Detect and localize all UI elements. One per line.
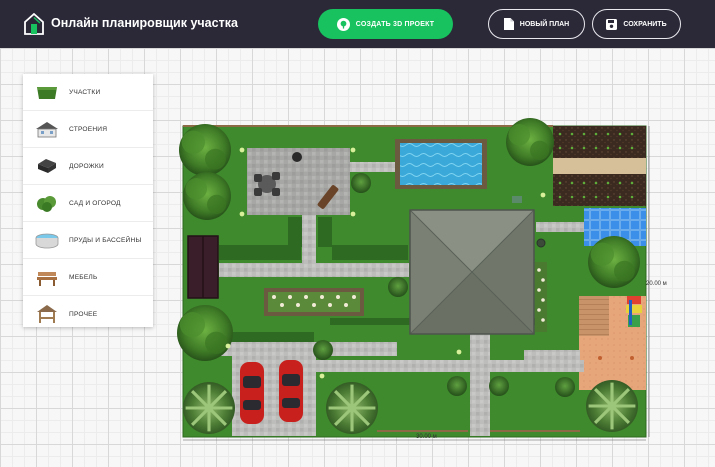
gazebo-icon: [37, 305, 57, 323]
sidebar-item-label: Строения: [69, 125, 108, 133]
sidebar-item-garden[interactable]: Сад и огород: [23, 185, 153, 222]
sidebar-item-plots[interactable]: Участки: [23, 74, 153, 111]
sidebar-item-label: Пруды и бассейны: [69, 236, 142, 244]
manhole[interactable]: [536, 238, 546, 248]
flower-bed[interactable]: [264, 288, 364, 316]
garden-shed[interactable]: [187, 235, 219, 299]
wooden-deck[interactable]: [579, 296, 609, 336]
sidebar-item-paths[interactable]: Дорожки: [23, 148, 153, 185]
sidebar-item-label: Прочее: [69, 310, 98, 318]
pool-icon: [35, 233, 59, 249]
sidebar-item-ponds-pools[interactable]: Пруды и бассейны: [23, 222, 153, 259]
flower-bed-right[interactable]: [535, 262, 547, 332]
sidebar-item-furniture[interactable]: Мебель: [23, 259, 153, 296]
house-icon: [36, 122, 58, 138]
bench-icon: [37, 272, 57, 286]
object-catalog-sidebar: Участки Строения Дорожки Сад и огород Пр…: [23, 74, 153, 327]
paving-tile-icon: [38, 159, 56, 173]
plot-width-label: 30.00 м: [416, 434, 437, 440]
sidebar-item-other[interactable]: Прочее: [23, 296, 153, 332]
bush-icon: [37, 196, 56, 212]
sidebar-item-label: Участки: [69, 88, 101, 96]
sidebar-item-label: Мебель: [69, 273, 98, 281]
plot-height-label: 20.00 м: [646, 281, 667, 287]
pool-pump[interactable]: [512, 196, 522, 203]
house-roof[interactable]: [409, 209, 535, 335]
sidebar-item-label: Дорожки: [69, 162, 104, 170]
vegetable-beds[interactable]: [553, 126, 646, 206]
sidebar-item-label: Сад и огород: [69, 199, 121, 207]
sidebar-item-buildings[interactable]: Строения: [23, 111, 153, 148]
swimming-pool[interactable]: [395, 139, 487, 189]
turf-tile-icon: [37, 87, 57, 99]
